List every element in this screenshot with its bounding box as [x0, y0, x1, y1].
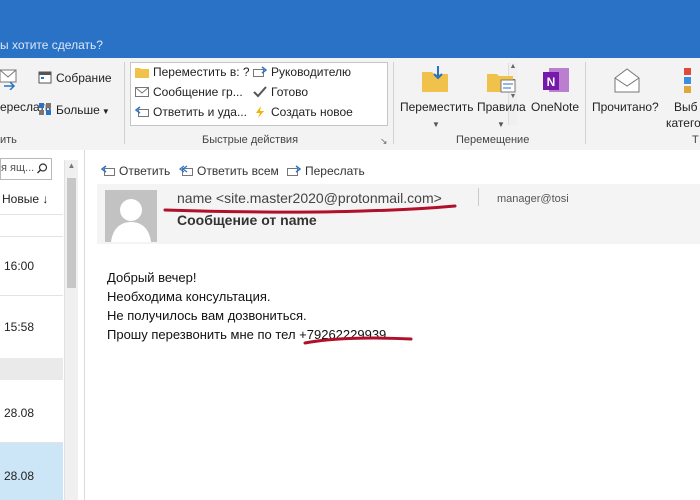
meeting-icon [38, 71, 52, 84]
move-button[interactable]: Переместить ▼ [400, 62, 474, 132]
quick-step-label[interactable]: Ответить и уда... [153, 105, 247, 119]
title-bar [0, 0, 700, 34]
search-icon[interactable] [37, 163, 48, 174]
quick-step-label[interactable]: Сообщение гр... [153, 85, 243, 99]
quick-step-create-new[interactable]: Создать новое [253, 105, 353, 119]
phone-underline-annotation [303, 336, 413, 345]
rules-button[interactable]: Правила ▼ [477, 62, 529, 132]
quick-step-reply-delete[interactable]: Ответить и уда... [135, 105, 247, 119]
move-group-label: Перемещение [456, 134, 530, 146]
list-scrollbar[interactable]: ▲ [64, 160, 78, 500]
more-icon [39, 103, 51, 115]
list-item[interactable]: 15:58 [0, 296, 63, 358]
chevron-down-icon: ▼ [497, 120, 505, 129]
search-input[interactable]: я ящ... [0, 158, 52, 180]
respond-group-label: ить [0, 134, 17, 146]
sort-control[interactable]: Новые ↓ [2, 192, 48, 206]
reply-icon [101, 165, 115, 176]
reply-all-button[interactable]: Ответить всем [179, 164, 279, 178]
reading-pane: Ответить Ответить всем Переслать name <s… [85, 150, 700, 500]
avatar [105, 190, 157, 242]
list-item[interactable]: 28.08 [0, 380, 63, 442]
chevron-down-icon: ▼ [432, 120, 440, 129]
chevron-down-icon: ▼ [101, 107, 110, 116]
list-item-selected[interactable]: 28.08 [0, 443, 63, 500]
forward-icon [0, 69, 17, 90]
meeting-button[interactable]: Собрание [38, 70, 112, 85]
person-icon [111, 199, 151, 242]
quick-step-label[interactable]: Переместить в: ? [153, 65, 250, 79]
categories-icon [684, 68, 691, 93]
recipient[interactable]: manager@tosi [497, 193, 569, 205]
message-list: я ящ... Новые ↓ 16:00 15:58 28.08 28.08 … [0, 150, 85, 500]
categorize-label-1[interactable]: Выб [674, 100, 698, 114]
reply-button[interactable]: Ответить [101, 164, 170, 178]
body-line: Необходима консультация. [107, 289, 271, 304]
scrollbar-thumb[interactable] [67, 178, 76, 288]
quick-steps-gallery: Переместить в: ? Сообщение гр... Ответит… [130, 62, 517, 126]
forward-envelope-icon [253, 66, 267, 77]
reply-label[interactable]: Ответить [119, 164, 170, 178]
meeting-label[interactable]: Собрание [56, 71, 112, 85]
onenote-label[interactable]: OneNote [531, 100, 579, 114]
move-folder-icon [422, 66, 448, 92]
quick-step-group-message[interactable]: Сообщение гр... [135, 85, 243, 99]
move-label[interactable]: Переместить [400, 100, 474, 114]
divider [585, 62, 586, 144]
mark-read-button[interactable]: Прочитано? [592, 62, 664, 132]
list-item-time: 15:58 [4, 320, 35, 334]
quick-step-label[interactable]: Создать новое [271, 105, 353, 119]
forward-message-button[interactable]: Переслать [287, 164, 365, 178]
categorize-button[interactable]: Выб катего [666, 62, 700, 132]
quick-step-move[interactable]: Переместить в: ? [135, 65, 250, 79]
tell-me-text[interactable]: ы хотите сделать? [0, 38, 103, 52]
reply-all-label[interactable]: Ответить всем [197, 164, 279, 178]
quick-steps-group-label: Быстрые действия [202, 134, 299, 146]
more-button[interactable]: Больше ▼ [38, 102, 110, 117]
divider [124, 62, 125, 144]
forward-icon [287, 165, 301, 176]
open-envelope-icon [614, 68, 640, 93]
group-header[interactable] [0, 358, 63, 380]
folder-icon [135, 68, 149, 78]
sender-underline-annotation [163, 204, 457, 214]
forward-message-label[interactable]: Переслать [305, 164, 365, 178]
envelope-icon [135, 87, 149, 97]
quick-step-manager[interactable]: Руководителю [253, 65, 351, 79]
scroll-up-icon[interactable]: ▲ [65, 160, 78, 172]
quick-step-label[interactable]: Руководителю [271, 65, 351, 79]
body-line: Добрый вечер! [107, 270, 197, 285]
mark-read-label[interactable]: Прочитано? [592, 100, 659, 114]
tags-group-label: Т [692, 134, 699, 146]
quick-step-label[interactable]: Готово [271, 85, 308, 99]
sort-arrow-icon[interactable]: ↓ [42, 192, 48, 206]
onenote-icon: N [543, 68, 569, 92]
list-item-time: 28.08 [4, 406, 35, 420]
reply-icon [135, 106, 149, 117]
more-label[interactable]: Больше [56, 103, 100, 117]
quick-step-done[interactable]: Готово [253, 85, 308, 99]
divider [0, 214, 63, 215]
svg-text:N: N [547, 75, 556, 89]
divider [393, 62, 394, 144]
body-line: Не получилось вам дозвониться. [107, 308, 307, 323]
list-item-time: 28.08 [4, 469, 35, 483]
tell-me-bar[interactable]: ы хотите сделать? [0, 34, 700, 58]
list-item[interactable]: 16:00 [0, 237, 63, 295]
ribbon: ереслать Собрание Больше ▼ ить Переместит… [0, 58, 700, 151]
categorize-label-2[interactable]: катего [666, 116, 700, 130]
rules-label[interactable]: Правила [477, 100, 526, 114]
sort-label[interactable]: Новые [2, 192, 39, 206]
onenote-button[interactable]: N OneNote [531, 62, 583, 132]
reply-all-icon [179, 165, 193, 176]
list-item-time: 16:00 [4, 259, 35, 273]
lightning-icon [256, 106, 264, 118]
divider [478, 188, 479, 206]
checkmark-icon [253, 86, 267, 98]
rules-icon [487, 74, 516, 93]
dialog-launcher-icon[interactable]: ↘ [380, 136, 388, 147]
search-placeholder[interactable]: я ящ... [1, 162, 34, 174]
